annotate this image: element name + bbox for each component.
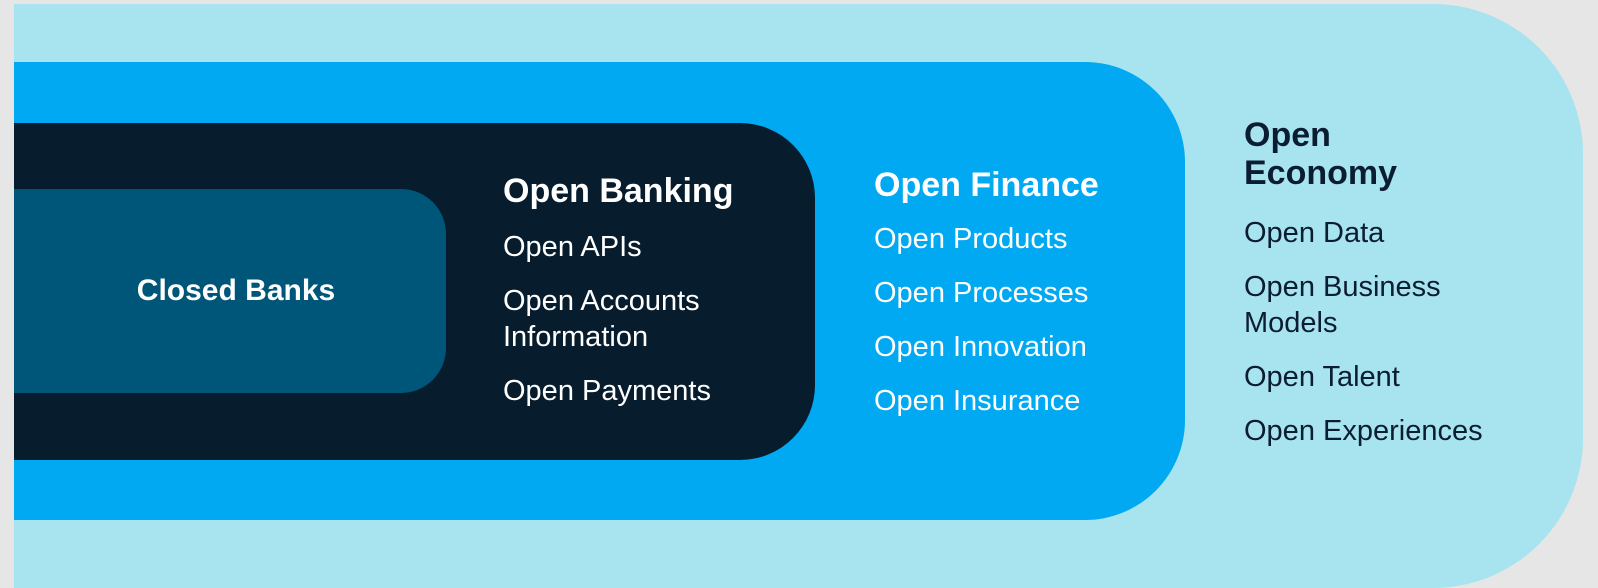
open-banking-item: Open Accounts Information	[503, 285, 700, 353]
open-banking-item: Open Payments	[503, 375, 711, 407]
open-finance-item: Open Products	[874, 223, 1068, 255]
open-economy-item: Open Data	[1244, 217, 1385, 249]
open-economy-item: Open Experiences	[1244, 415, 1483, 447]
closed-banks-label: Closed Banks	[136, 274, 336, 307]
open-banking-title: Open Banking	[503, 172, 734, 210]
open-banking-list: Open APIs Open Accounts Information Open…	[503, 229, 793, 427]
open-finance-item: Open Insurance	[874, 385, 1081, 417]
closed-banks-layer: Closed Banks	[14, 189, 446, 393]
open-finance-item: Open Processes	[874, 277, 1089, 309]
open-finance-title: Open Finance	[874, 166, 1099, 204]
open-finance-item: Open Innovation	[874, 331, 1087, 363]
open-economy-title: Open Economy	[1244, 116, 1398, 192]
open-economy-list: Open Data Open Business Models Open Tale…	[1244, 215, 1504, 467]
open-finance-list: Open Products Open Processes Open Innova…	[874, 221, 1164, 437]
open-banking-item: Open APIs	[503, 231, 642, 263]
open-economy-item: Open Talent	[1244, 361, 1400, 393]
open-economy-item: Open Business Models	[1244, 271, 1441, 339]
